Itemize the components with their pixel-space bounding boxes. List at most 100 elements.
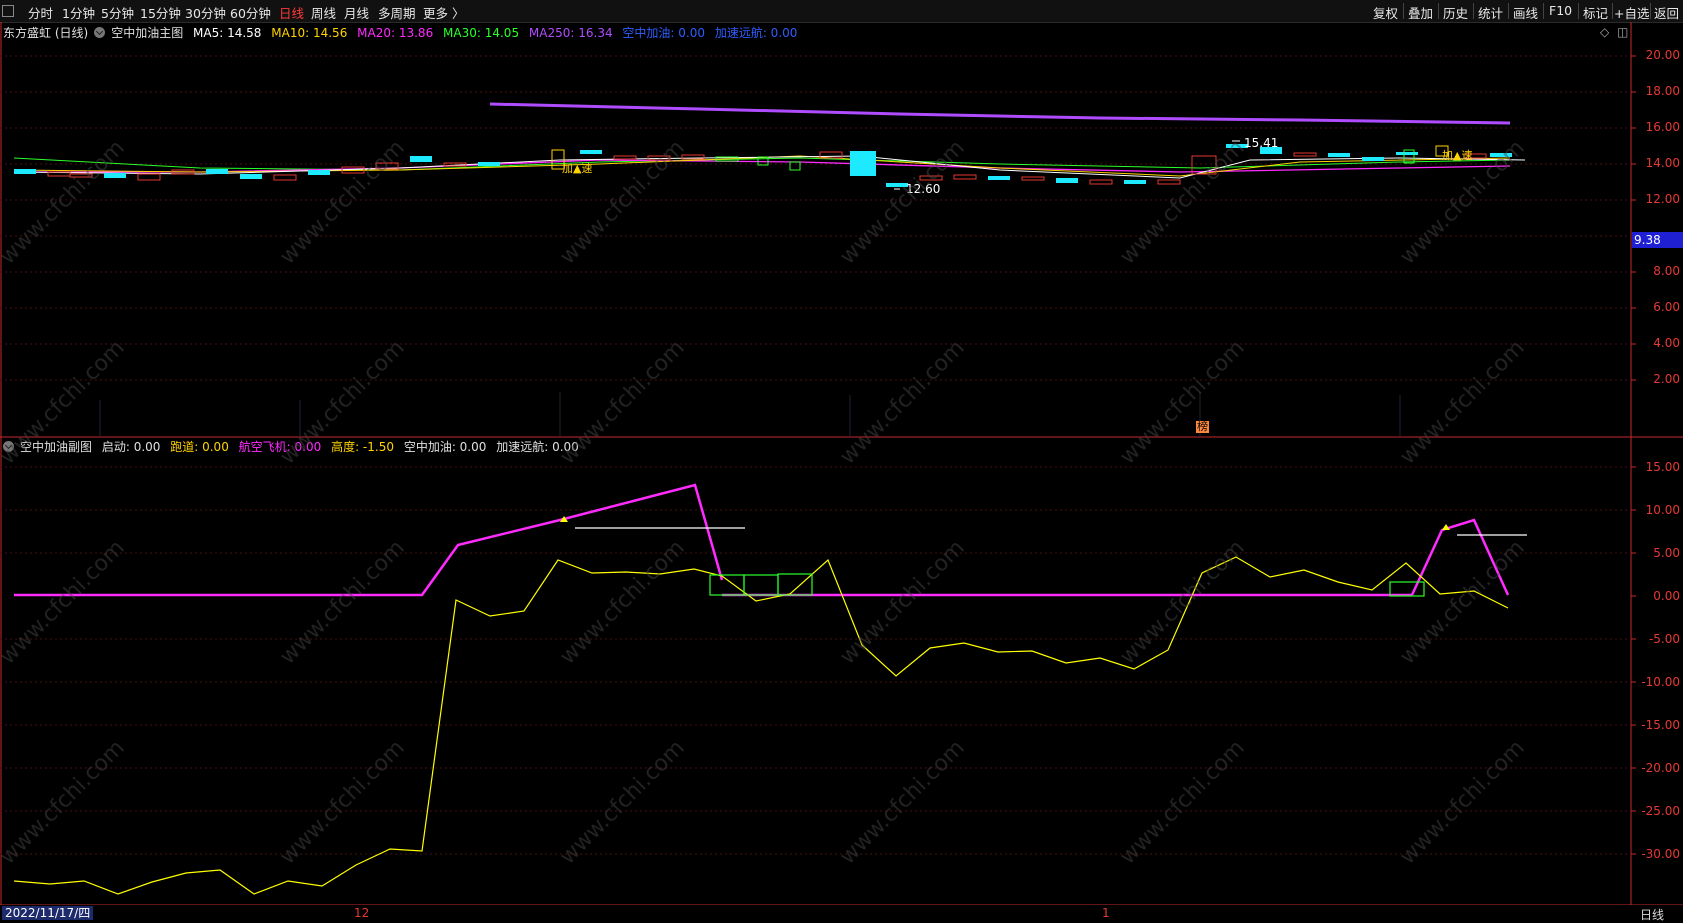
ma10-line bbox=[13, 155, 1511, 177]
start-value: 启动: 0.00 bbox=[101, 440, 161, 454]
y-label: -30.00 bbox=[1641, 847, 1680, 861]
y-label: -15.00 bbox=[1641, 718, 1680, 732]
separator bbox=[1473, 3, 1474, 19]
f10-button[interactable]: F10 bbox=[1549, 3, 1572, 18]
y-label: 12.00 bbox=[1645, 192, 1680, 206]
watermark: www.cfchi.com bbox=[1395, 335, 1530, 470]
y-label: 18.00 bbox=[1645, 84, 1680, 98]
tab-15min[interactable]: 15分钟 bbox=[140, 3, 181, 22]
y-label: 20.00 bbox=[1645, 48, 1680, 62]
watermark: www.cfchi.com bbox=[275, 535, 410, 670]
watermark: www.cfchi.com bbox=[1395, 735, 1530, 870]
main-legend: 东方盛虹 (日线) 空中加油主图 MA5: 14.58 MA10: 14.56 M… bbox=[3, 24, 803, 41]
tab-multi-period[interactable]: 多周期 bbox=[378, 3, 416, 22]
buy-signal-2: 加▲速 bbox=[1442, 149, 1473, 162]
watermark: www.cfchi.com bbox=[555, 535, 690, 670]
y-label: 15.00 bbox=[1645, 460, 1680, 474]
sub-indicator-name[interactable]: 空中加油副图 bbox=[20, 440, 92, 454]
watermark: www.cfchi.com bbox=[835, 735, 970, 870]
tab-weekly[interactable]: 周线 bbox=[311, 3, 336, 22]
ma10-value: MA10: 14.56 bbox=[271, 26, 348, 40]
ma30-line bbox=[13, 157, 1511, 171]
ma5-value: MA5: 14.58 bbox=[193, 26, 262, 40]
watermark: www.cfchi.com bbox=[1115, 735, 1250, 870]
ranking-mark[interactable]: 榜 bbox=[1196, 421, 1209, 433]
x-tick-dec: 12 bbox=[354, 906, 370, 920]
separator bbox=[1650, 3, 1651, 19]
height-value: 高度: -1.50 bbox=[331, 440, 394, 454]
watermark: www.cfchi.com bbox=[1115, 135, 1250, 270]
top-toolbar: 分时 1分钟 5分钟 15分钟 30分钟 60分钟 日线 周线 月线 多周期 更… bbox=[0, 0, 1683, 23]
y-label: -20.00 bbox=[1641, 761, 1680, 775]
watermark: www.cfchi.com bbox=[0, 135, 130, 270]
settings-icon[interactable] bbox=[94, 27, 106, 38]
plane-value: 航空飞机: 0.00 bbox=[238, 440, 322, 454]
separator bbox=[1508, 3, 1509, 19]
main-indicator-name[interactable]: 空中加油主图 bbox=[111, 26, 183, 40]
y-label: 16.00 bbox=[1645, 120, 1680, 134]
watermark: www.cfchi.com bbox=[0, 535, 130, 670]
height-line bbox=[13, 556, 1509, 895]
mark-button[interactable]: 标记 bbox=[1583, 3, 1608, 22]
y-label: 10.00 bbox=[1645, 503, 1680, 517]
watermark: www.cfchi.com bbox=[835, 535, 970, 670]
current-date-label: 2022/11/17/四 bbox=[2, 906, 94, 920]
accelerate-sub-value: 加速远航: 0.00 bbox=[496, 440, 579, 454]
high-price-label: 15.41 bbox=[1244, 136, 1279, 150]
stats-button[interactable]: 统计 bbox=[1478, 3, 1503, 22]
y-label: -5.00 bbox=[1648, 632, 1680, 646]
watermark: www.cfchi.com bbox=[275, 735, 410, 870]
y-label: -10.00 bbox=[1641, 675, 1680, 689]
history-button[interactable]: 历史 bbox=[1443, 3, 1468, 22]
x-tick-jan: 1 bbox=[1102, 906, 1110, 920]
back-button[interactable]: 返回 bbox=[1654, 3, 1679, 22]
y-label: 4.00 bbox=[1653, 336, 1680, 350]
tab-more[interactable]: 更多 〉 bbox=[423, 3, 464, 22]
watermark: www.cfchi.com bbox=[555, 135, 690, 270]
y-label: 5.00 bbox=[1653, 546, 1680, 560]
tab-5min[interactable]: 5分钟 bbox=[101, 3, 134, 22]
stock-name: 东方盛虹 (日线) bbox=[3, 26, 89, 40]
ma250-line bbox=[489, 102, 1511, 125]
runway-value: 跑道: 0.00 bbox=[170, 440, 229, 454]
watermark: www.cfchi.com bbox=[0, 735, 130, 870]
watermark: www.cfchi.com bbox=[1115, 335, 1250, 470]
ma30-value: MA30: 14.05 bbox=[443, 26, 520, 40]
sub-settings-icon[interactable] bbox=[3, 441, 14, 452]
current-price-tag: 9.38 bbox=[1632, 232, 1683, 248]
ma5-line bbox=[13, 155, 1526, 179]
tab-monthly[interactable]: 月线 bbox=[344, 3, 369, 22]
add-watchlist-button[interactable]: +自选 bbox=[1614, 3, 1649, 22]
ma250-value: MA250: 16.34 bbox=[528, 26, 613, 40]
separator bbox=[1403, 3, 1404, 19]
y-label: 14.00 bbox=[1645, 156, 1680, 170]
separator bbox=[1438, 3, 1439, 19]
tab-30min[interactable]: 30分钟 bbox=[185, 3, 226, 22]
watermark: www.cfchi.com bbox=[835, 135, 970, 270]
menu-icon[interactable] bbox=[2, 5, 14, 17]
plane-line bbox=[14, 483, 724, 597]
draw-button[interactable]: 画线 bbox=[1513, 3, 1538, 22]
tab-1min[interactable]: 1分钟 bbox=[62, 3, 95, 22]
fuquan-button[interactable]: 复权 bbox=[1373, 3, 1398, 22]
tab-60min[interactable]: 60分钟 bbox=[230, 3, 271, 22]
tab-daily[interactable]: 日线 bbox=[279, 3, 304, 22]
period-button[interactable]: 日线 bbox=[1640, 906, 1664, 923]
low-price-label: 12.60 bbox=[906, 182, 941, 196]
refuel-value: 空中加油: 0.00 bbox=[622, 26, 705, 40]
accelerate-value: 加速远航: 0.00 bbox=[714, 26, 798, 40]
window-icon[interactable]: ◫ bbox=[1617, 25, 1628, 39]
separator bbox=[1543, 3, 1544, 19]
watermark: www.cfchi.com bbox=[555, 735, 690, 870]
diamond-icon[interactable]: ◇ bbox=[1600, 25, 1609, 39]
tab-fenshi[interactable]: 分时 bbox=[28, 3, 53, 22]
y-label: -25.00 bbox=[1641, 804, 1680, 818]
ma20-line bbox=[14, 159, 1511, 173]
watermark: www.cfchi.com bbox=[835, 335, 970, 470]
separator bbox=[1578, 3, 1579, 19]
y-label: 6.00 bbox=[1653, 300, 1680, 314]
overlay-button[interactable]: 叠加 bbox=[1408, 3, 1433, 22]
chart-canvas[interactable] bbox=[0, 0, 1683, 921]
watermark: www.cfchi.com bbox=[275, 135, 410, 270]
ma20-value: MA20: 13.86 bbox=[357, 26, 434, 40]
